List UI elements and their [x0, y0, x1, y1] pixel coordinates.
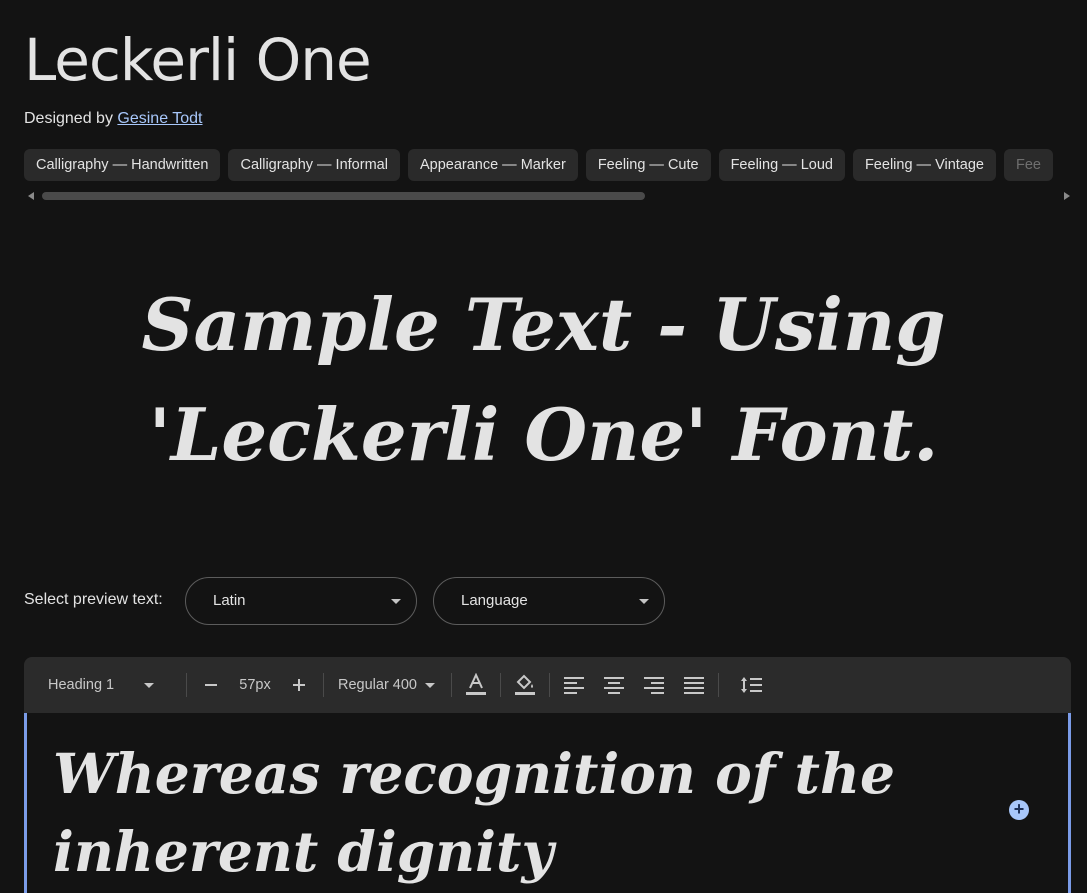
toolbar-divider: [500, 673, 501, 697]
designer-link[interactable]: Gesine Todt: [117, 110, 202, 127]
tag-chip[interactable]: Feeling — Cute: [585, 149, 711, 181]
editor-toolbar: Heading 1 57px Regular 400: [24, 657, 1071, 713]
font-title: Leckerli One: [24, 26, 372, 94]
tag-chip[interactable]: Feeling — Loud: [718, 149, 845, 181]
sample-line-2: 'Leckerli One' Font.: [148, 392, 939, 477]
tag-chip[interactable]: Calligraphy — Informal: [228, 149, 400, 181]
script-select-value: Latin: [213, 592, 246, 609]
minus-icon: [205, 684, 217, 686]
tag-chip[interactable]: Appearance — Marker: [407, 149, 578, 181]
scroll-right-arrow-icon[interactable]: [1064, 192, 1070, 200]
language-select[interactable]: Language: [433, 577, 665, 625]
sample-text: Sample Text - Using 'Leckerli One' Font.: [0, 270, 1087, 490]
toolbar-divider: [451, 673, 452, 697]
plus-icon: [293, 679, 305, 691]
toolbar-divider: [718, 673, 719, 697]
text-color-button[interactable]: [460, 669, 492, 701]
align-right-icon: [644, 677, 664, 694]
decrease-size-button[interactable]: [195, 669, 227, 701]
align-justify-button[interactable]: [678, 669, 710, 701]
align-right-button[interactable]: [638, 669, 670, 701]
scrollbar-thumb[interactable]: [42, 192, 645, 200]
align-left-button[interactable]: [558, 669, 590, 701]
font-weight-value: Regular 400: [338, 677, 417, 693]
language-select-value: Language: [461, 592, 528, 609]
toolbar-divider: [186, 673, 187, 697]
scroll-left-arrow-icon[interactable]: [28, 192, 34, 200]
tags-scrollbar[interactable]: [24, 190, 1074, 202]
designed-by-label: Designed by: [24, 110, 113, 127]
line-height-icon: [741, 677, 762, 693]
preview-text-label: Select preview text:: [24, 591, 163, 608]
font-size-value[interactable]: 57px: [227, 677, 283, 693]
tag-chip[interactable]: Calligraphy — Handwritten: [24, 149, 221, 181]
align-center-icon: [604, 677, 624, 694]
font-weight-dropdown[interactable]: Regular 400: [332, 677, 441, 693]
add-icon[interactable]: +: [1009, 800, 1029, 820]
increase-size-button[interactable]: [283, 669, 315, 701]
designer-line: Designed by Gesine Todt: [24, 110, 203, 128]
align-center-button[interactable]: [598, 669, 630, 701]
preview-editor[interactable]: Whereas recognition of the inherent dign…: [24, 713, 1071, 893]
tag-chip-list: Calligraphy — Handwritten Calligraphy — …: [24, 149, 1087, 182]
editor-text[interactable]: Whereas recognition of the inherent dign…: [53, 735, 983, 891]
highlight-color-button[interactable]: [509, 669, 541, 701]
line-height-button[interactable]: [735, 669, 767, 701]
chevron-down-icon: [639, 599, 649, 604]
text-style-value: Heading 1: [48, 677, 115, 693]
script-select[interactable]: Latin: [185, 577, 417, 625]
sample-line-1: Sample Text - Using: [141, 282, 946, 367]
toolbar-divider: [323, 673, 324, 697]
align-left-icon: [564, 677, 584, 694]
highlight-icon: [515, 674, 535, 695]
chevron-down-icon: [144, 682, 155, 688]
chevron-down-icon: [425, 682, 435, 688]
text-color-icon: [466, 673, 486, 695]
align-justify-icon: [684, 677, 704, 694]
toolbar-divider: [549, 673, 550, 697]
tag-chip[interactable]: Fee: [1003, 149, 1053, 181]
tag-chip[interactable]: Feeling — Vintage: [852, 149, 996, 181]
text-style-dropdown[interactable]: Heading 1: [48, 677, 178, 693]
chevron-down-icon: [391, 599, 401, 604]
